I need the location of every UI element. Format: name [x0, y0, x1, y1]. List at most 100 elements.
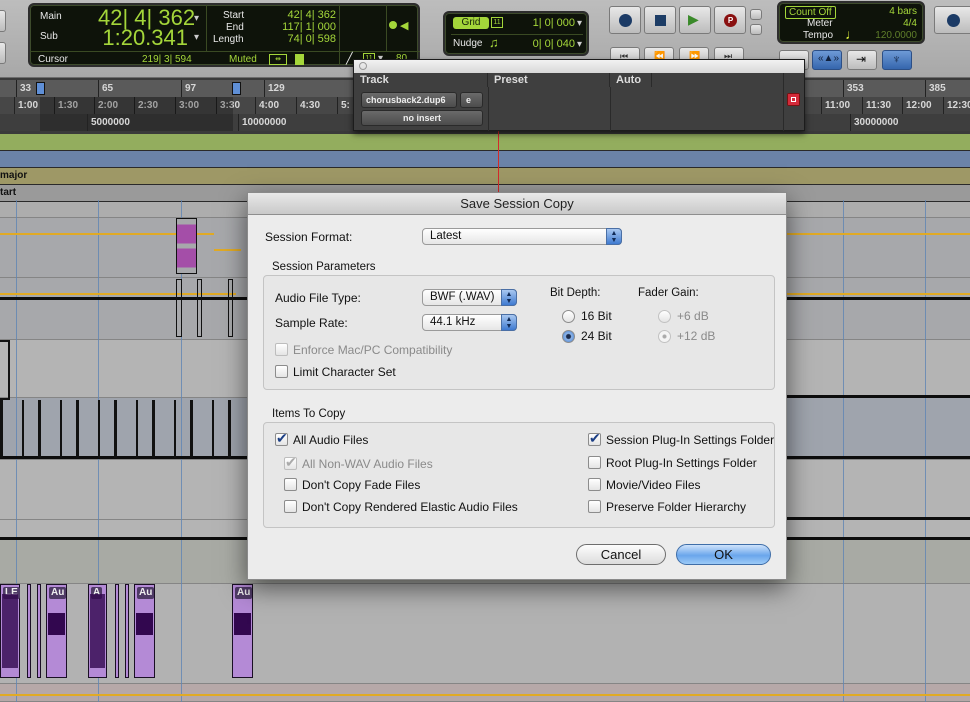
loop-start-marker-icon[interactable] — [36, 82, 45, 95]
clip-outline[interactable] — [197, 279, 202, 337]
audio-clip[interactable]: A — [88, 584, 107, 678]
transport-option-1[interactable] — [750, 9, 762, 20]
midi-icon[interactable] — [389, 21, 397, 29]
automation-line[interactable] — [214, 249, 241, 251]
toolbar-button-left-1[interactable] — [0, 10, 6, 32]
clip-name: Au — [235, 587, 253, 599]
sub-counter[interactable]: 1:20.341 — [88, 25, 188, 51]
enforce-compat-checkbox[interactable] — [275, 343, 288, 356]
grid-mode-icon[interactable]: 11 — [491, 17, 503, 28]
volume-automation-line[interactable] — [787, 297, 970, 300]
online-button[interactable] — [609, 6, 641, 34]
loop-end-marker-icon[interactable] — [232, 82, 241, 95]
fader-gain-12db-radio[interactable] — [658, 330, 671, 343]
fader-gain-6db-radio[interactable] — [658, 310, 671, 323]
pencil-icon[interactable]: ╱ — [346, 52, 353, 65]
clip-outline[interactable] — [176, 279, 182, 337]
toolbar-button-left-2[interactable] — [0, 42, 6, 64]
marker-label: tart — [0, 187, 17, 198]
conductor-button[interactable]: ♆ — [882, 50, 912, 70]
key-signature-label: major — [0, 170, 28, 181]
online-button-2[interactable] — [934, 6, 970, 34]
grid-line — [925, 200, 926, 702]
nudge-chevron-icon[interactable]: ▾ — [577, 39, 582, 50]
grid-button[interactable]: Grid — [453, 17, 489, 29]
divider — [206, 5, 207, 51]
metronome-button[interactable]: «▲» — [812, 50, 842, 70]
ruler-row-green[interactable] — [0, 134, 970, 151]
grid-value[interactable]: 1| 0| 000 — [525, 17, 575, 29]
track-lane[interactable] — [0, 684, 970, 702]
audio-clip[interactable] — [115, 584, 119, 678]
all-non-wav-checkbox[interactable] — [284, 454, 297, 471]
end-value[interactable]: 117| 1| 000 — [270, 21, 336, 33]
length-value[interactable]: 74| 0| 598 — [270, 33, 336, 45]
main-counter-chevron-icon[interactable]: ▾ — [194, 13, 199, 24]
dont-copy-elastic-checkbox[interactable] — [284, 500, 297, 513]
volume-automation-line[interactable] — [787, 395, 970, 398]
start-value[interactable]: 42| 4| 362 — [270, 9, 336, 21]
speaker-icon[interactable]: ◀ — [400, 19, 408, 32]
automation-line[interactable] — [787, 293, 970, 295]
clip-name: Au — [49, 587, 67, 599]
clip-outline[interactable] — [0, 340, 10, 400]
all-audio-files-checkbox[interactable] — [275, 430, 288, 447]
audio-clip[interactable]: Au — [232, 584, 253, 678]
movie-video-checkbox[interactable] — [588, 478, 601, 491]
page-icon[interactable] — [295, 54, 304, 65]
key-signature-ruler[interactable]: major — [0, 168, 970, 185]
bypass-icon[interactable] — [787, 93, 800, 106]
plugin-titlebar[interactable] — [354, 60, 804, 73]
transport-option-2[interactable] — [750, 24, 762, 35]
dont-copy-fade-checkbox[interactable] — [284, 478, 297, 491]
insert-selector[interactable]: no insert — [361, 110, 483, 126]
stop-button[interactable] — [644, 6, 676, 34]
audio-clip[interactable] — [27, 584, 31, 678]
audio-clip[interactable]: Au — [134, 584, 155, 678]
bit-depth-16-radio[interactable] — [562, 310, 575, 323]
preserve-hierarchy-checkbox[interactable] — [588, 500, 601, 513]
note-icon[interactable]: ♫ — [489, 35, 499, 50]
ruler-row-blue[interactable] — [0, 151, 970, 168]
grid-chevron-icon[interactable]: ▾ — [577, 18, 582, 29]
volume-automation-line[interactable] — [0, 297, 247, 300]
audio-clip[interactable] — [125, 584, 129, 678]
sample-rate-select[interactable]: 44.1 kHz ▲ ▼ — [422, 314, 517, 331]
volume-automation-line[interactable] — [787, 517, 970, 520]
track-selector[interactable]: chorusback2.dup6 — [361, 92, 457, 108]
playhead-cursor[interactable] — [498, 131, 499, 192]
record-icon: P — [724, 14, 737, 27]
quarter-note-icon[interactable]: ♩ — [845, 26, 859, 42]
root-plugin-settings-checkbox[interactable] — [588, 456, 601, 469]
meter-value[interactable]: 4/4 — [879, 18, 917, 29]
link-timeline-icon[interactable]: ⇹ — [269, 54, 287, 65]
insert-slot-selector[interactable]: e — [460, 92, 483, 108]
nudge-value[interactable]: 0| 0| 040 — [525, 38, 575, 50]
tempo-value[interactable]: 120.0000 — [865, 30, 917, 41]
audio-file-type-select[interactable]: BWF (.WAV) ▲ ▼ — [422, 289, 517, 306]
bit-depth-24-radio[interactable] — [562, 330, 575, 343]
session-format-select[interactable]: Latest ▲ ▼ — [422, 228, 622, 245]
midi-merge-button[interactable]: ⇥ — [847, 50, 877, 70]
sub-counter-chevron-icon[interactable]: ▾ — [194, 32, 199, 43]
minsec-tick: 11:00 — [821, 97, 850, 114]
divider — [451, 34, 583, 35]
automation-line[interactable] — [787, 233, 970, 235]
audio-clip[interactable]: Au — [46, 584, 67, 678]
clip-outline[interactable] — [228, 279, 233, 337]
ok-button[interactable]: OK — [676, 544, 771, 565]
automation-line[interactable] — [0, 694, 970, 696]
volume-automation-line[interactable] — [787, 456, 970, 459]
audio-clip[interactable]: LE — [0, 584, 20, 678]
close-window-icon[interactable] — [359, 62, 367, 70]
record-button[interactable]: P — [714, 6, 746, 34]
play-button[interactable]: ▶ — [679, 6, 711, 34]
session-plugin-settings-checkbox[interactable] — [588, 430, 601, 447]
cancel-button[interactable]: Cancel — [576, 544, 666, 565]
limit-charset-label: Limit Character Set — [293, 365, 396, 379]
sample-rate-value: 44.1 kHz — [430, 316, 476, 328]
audio-clip[interactable] — [37, 584, 41, 678]
limit-charset-checkbox[interactable] — [275, 365, 288, 378]
automation-waveform[interactable] — [0, 400, 247, 458]
midi-clip[interactable] — [176, 218, 197, 274]
